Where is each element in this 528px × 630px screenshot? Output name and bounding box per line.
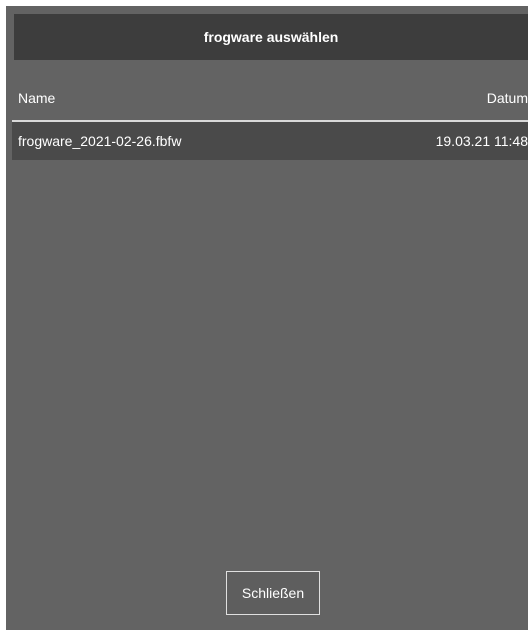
table-header: Name Datum bbox=[6, 76, 528, 120]
column-header-date[interactable]: Datum bbox=[487, 90, 528, 106]
close-button[interactable]: Schließen bbox=[226, 571, 320, 615]
table-row[interactable]: frogware_2021-02-26.fbfw 19.03.21 11:48 bbox=[12, 122, 528, 160]
dialog-title-bar: frogware auswählen bbox=[14, 14, 528, 60]
file-select-dialog: frogware auswählen Name Datum frogware_2… bbox=[6, 6, 528, 630]
file-name-cell: frogware_2021-02-26.fbfw bbox=[18, 133, 182, 149]
column-header-name[interactable]: Name bbox=[18, 90, 55, 106]
dialog-title: frogware auswählen bbox=[203, 29, 339, 45]
file-date-cell: 19.03.21 11:48 bbox=[435, 133, 528, 149]
